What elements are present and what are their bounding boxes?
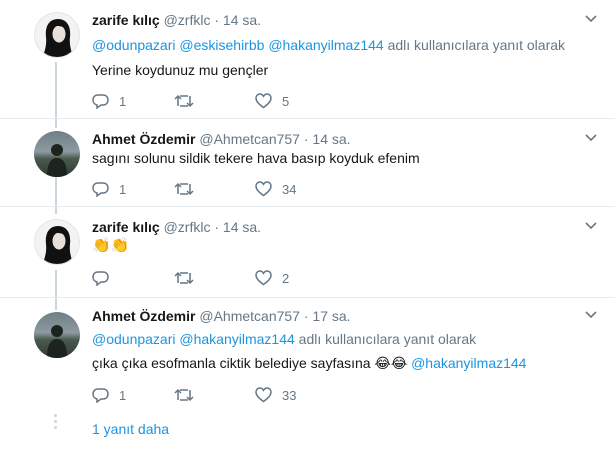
like-button[interactable]: 33 [255,385,296,405]
reply-button[interactable]: 1 [92,91,126,111]
chevron-down-icon[interactable] [585,15,597,23]
user-handle[interactable]: @Ahmetcan757 [199,308,300,324]
replying-to-label: adlı kullanıcılara yanıt olarak [298,331,477,347]
display-name[interactable]: Ahmet Özdemir [92,308,195,324]
more-replies-link[interactable]: 1 yanıt daha [92,421,169,437]
reply-count: 1 [119,181,127,197]
like-button[interactable]: 5 [255,91,289,111]
tweet-actions: 1 33 [92,385,392,405]
reply-icon [92,388,109,403]
retweet-button[interactable] [174,268,204,288]
mention-link[interactable]: @hakanyilmaz144 [268,37,383,53]
user-handle[interactable]: @zrfklc [164,12,211,28]
like-count: 33 [282,387,297,403]
tweet-text: 👏👏 [92,237,130,254]
tweet-header: zarife kılıç @zrfklc · 14 sa. [92,218,261,236]
reply-icon [92,271,109,286]
reply-icon [92,182,109,197]
mention-link[interactable]: @odunpazari [92,331,176,347]
divider [0,118,615,119]
tweet-actions: 2 [92,268,392,288]
thread-ellipsis [54,414,58,432]
tweet-header: zarife kılıç @zrfklc · 14 sa. [92,11,261,29]
tweet-text: Yerine koydunuz mu gençler [92,62,269,78]
timestamp[interactable]: 14 sa. [312,131,350,147]
like-count: 2 [282,270,290,286]
chevron-down-icon[interactable] [585,134,597,142]
reply-button[interactable] [92,268,119,288]
replying-to: @odunpazari @eskisehirbb @hakanyilmaz144… [92,36,565,55]
separator-dot: · [303,308,309,324]
divider [0,297,615,298]
tweet-header: Ahmet Özdemir @Ahmetcan757 · 17 sa. [92,307,351,325]
reply-button[interactable]: 1 [92,385,126,405]
chevron-down-icon[interactable] [585,222,597,230]
retweet-button[interactable] [174,179,204,199]
chevron-down-icon[interactable] [585,311,597,319]
tweet-actions: 1 34 [92,179,392,199]
tweet-actions: 1 5 [92,91,392,111]
heart-icon [255,270,272,286]
separator-dot: · [214,219,220,235]
heart-icon [255,387,272,403]
reply-button[interactable]: 1 [92,179,126,199]
retweet-icon [174,271,194,285]
like-button[interactable]: 34 [255,179,296,199]
like-button[interactable]: 2 [255,268,289,288]
like-count: 34 [282,181,297,197]
separator-dot: · [303,131,309,147]
replying-to: @odunpazari @hakanyilmaz144 adlı kullanı… [92,330,476,349]
replying-to-label: adlı kullanıcılara yanıt olarak [387,37,566,53]
like-count: 5 [282,93,290,109]
tweet-body: çıka çıka esofmanla ciktik belediye sayf… [92,355,371,371]
reply-count: 1 [119,387,127,403]
avatar[interactable] [34,219,80,265]
tweet-text: sagını solunu sildik tekere hava basıp k… [92,150,420,166]
display-name[interactable]: Ahmet Özdemir [92,131,195,147]
separator-dot: · [214,12,220,28]
mention-link[interactable]: @hakanyilmaz144 [411,355,526,371]
avatar[interactable] [34,312,80,358]
display-name[interactable]: zarife kılıç [92,12,160,28]
divider [0,206,615,207]
avatar[interactable] [34,131,80,177]
retweet-icon [174,94,194,108]
display-name[interactable]: zarife kılıç [92,219,160,235]
reply-icon [92,94,109,109]
mention-link[interactable]: @eskisehirbb [179,37,264,53]
retweet-icon [174,182,194,196]
mention-link[interactable]: @hakanyilmaz144 [179,331,294,347]
user-handle[interactable]: @Ahmetcan757 [199,131,300,147]
mention-link[interactable]: @odunpazari [92,37,176,53]
heart-icon [255,181,272,197]
timestamp[interactable]: 14 sa. [223,219,261,235]
emoji: 😂😂 [374,355,408,371]
tweet-header: Ahmet Özdemir @Ahmetcan757 · 14 sa. [92,130,351,148]
retweet-button[interactable] [174,385,204,405]
timestamp[interactable]: 14 sa. [223,12,261,28]
thread-line [55,270,57,310]
timestamp[interactable]: 17 sa. [312,308,350,324]
tweet-text: çıka çıka esofmanla ciktik belediye sayf… [92,354,526,373]
retweet-button[interactable] [174,91,204,111]
user-handle[interactable]: @zrfklc [164,219,211,235]
heart-icon [255,93,272,109]
avatar[interactable] [34,12,80,58]
reply-count: 1 [119,93,127,109]
retweet-icon [174,388,194,402]
